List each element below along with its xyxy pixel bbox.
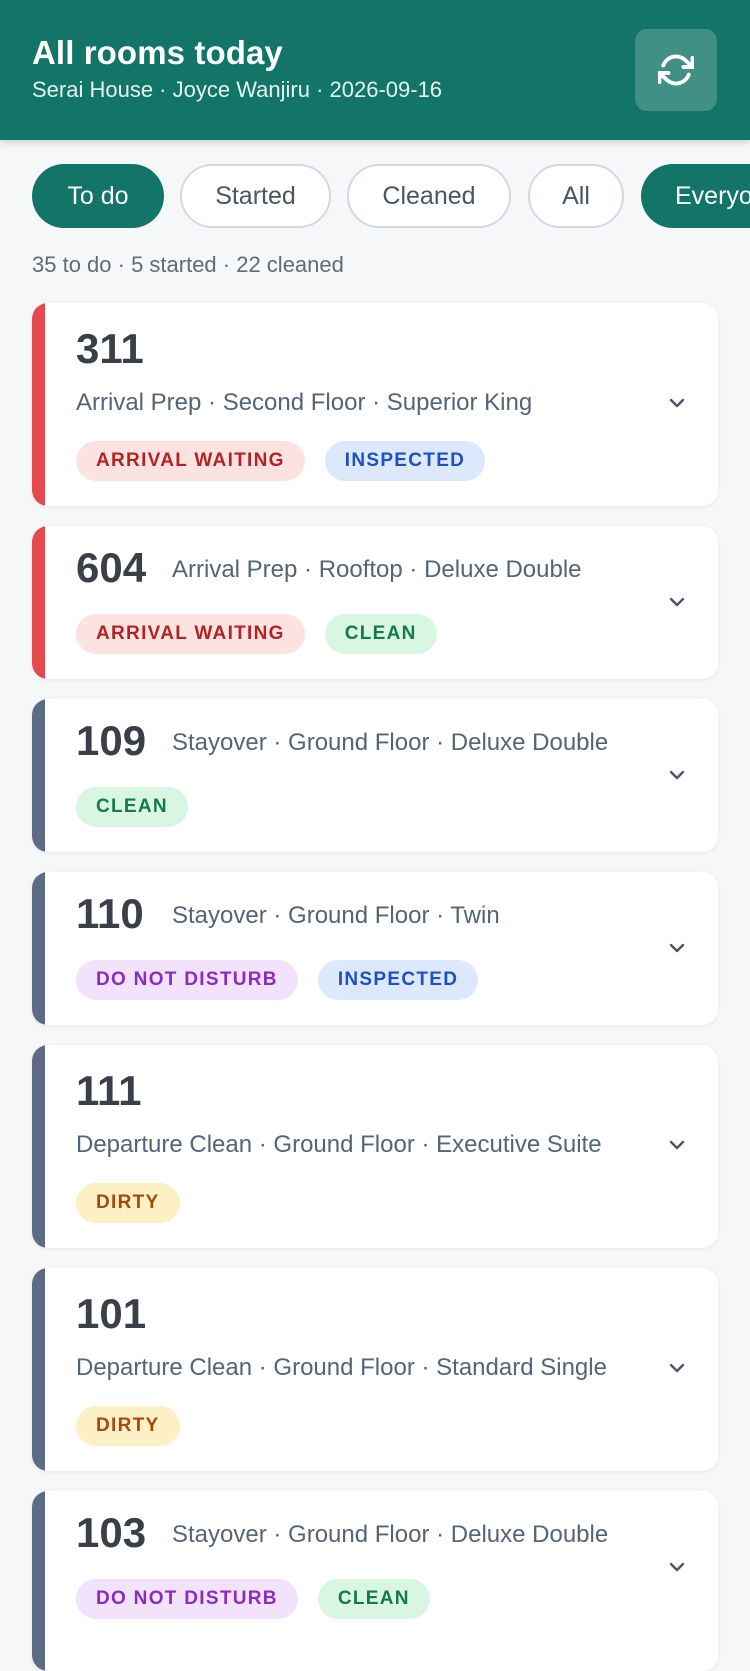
status-badge: DIRTY: [76, 1406, 180, 1446]
room-badges: ARRIVAL WAITING INSPECTED: [76, 441, 486, 481]
room-card[interactable]: 101 Departure Clean · Ground Floor · Stan…: [32, 1268, 718, 1471]
room-details: Stayover · Ground Floor · Deluxe Double: [172, 1521, 609, 1548]
room-badges: CLEAN: [76, 787, 188, 827]
room-status-stripe: [32, 1268, 45, 1471]
room-number: 110: [76, 890, 144, 937]
expand-chevron-icon[interactable]: [665, 1555, 689, 1579]
room-status-stripe: [32, 303, 45, 506]
room-number: 101: [76, 1290, 147, 1337]
room-card[interactable]: 103 Stayover · Ground Floor · Deluxe Doub…: [32, 1491, 718, 1671]
room-details: Stayover · Ground Floor · Deluxe Double: [172, 729, 609, 756]
filter-cleaned[interactable]: Cleaned: [347, 164, 511, 228]
room-status-stripe: [32, 526, 45, 679]
room-status-stripe: [32, 872, 45, 1025]
room-badges: DO NOT DISTURB CLEAN: [76, 1579, 430, 1619]
filter-everyone[interactable]: Everyone: [641, 164, 750, 228]
room-status-stripe: [32, 699, 45, 852]
status-badge: INSPECTED: [317, 960, 479, 1000]
room-details: Stayover · Ground Floor · Twin: [172, 902, 500, 929]
room-status-stripe: [32, 1491, 45, 1671]
status-badge: DO NOT DISTURB: [76, 1579, 298, 1619]
status-badge: DIRTY: [76, 1183, 180, 1223]
room-badges: DIRTY: [76, 1183, 180, 1223]
status-badge: DO NOT DISTURB: [76, 960, 298, 1000]
room-number: 311: [76, 325, 144, 372]
status-badge: ARRIVAL WAITING: [76, 614, 305, 654]
room-details: Arrival Prep · Rooftop · Deluxe Double: [172, 556, 582, 583]
page-subtitle: Serai House · Joyce Wanjiru · 2026-09-16: [32, 77, 443, 102]
page-title: All rooms today: [32, 34, 283, 71]
filter-all[interactable]: All: [528, 164, 624, 228]
room-badges: DO NOT DISTURB INSPECTED: [76, 960, 479, 1000]
status-badge: CLEAN: [76, 787, 188, 827]
status-badge: ARRIVAL WAITING: [76, 441, 305, 481]
expand-chevron-icon[interactable]: [665, 391, 689, 415]
filter-bar: To do Started Cleaned All Everyone: [0, 164, 750, 232]
room-card[interactable]: 109 Stayover · Ground Floor · Deluxe Doub…: [32, 699, 718, 852]
room-card[interactable]: 604 Arrival Prep · Rooftop · Deluxe Doubl…: [32, 526, 718, 679]
room-number: 109: [76, 717, 147, 764]
room-card[interactable]: 311 Arrival Prep · Second Floor · Superio…: [32, 303, 718, 506]
refresh-button[interactable]: [635, 29, 717, 111]
room-number: 111: [76, 1067, 142, 1114]
room-number: 103: [76, 1509, 147, 1556]
status-badge: INSPECTED: [324, 441, 486, 481]
room-card[interactable]: 111 Departure Clean · Ground Floor · Exec…: [32, 1045, 718, 1248]
status-summary: 35 to do · 5 started · 22 cleaned: [32, 252, 344, 277]
filter-started[interactable]: Started: [180, 164, 331, 228]
expand-chevron-icon[interactable]: [665, 936, 689, 960]
expand-chevron-icon[interactable]: [665, 590, 689, 614]
refresh-icon: [658, 54, 694, 86]
room-status-stripe: [32, 1045, 45, 1248]
expand-chevron-icon[interactable]: [665, 763, 689, 787]
status-badge: CLEAN: [317, 1579, 430, 1619]
filter-to-do[interactable]: To do: [32, 164, 164, 228]
room-details: Departure Clean · Ground Floor · Executi…: [76, 1131, 602, 1158]
room-badges: ARRIVAL WAITING CLEAN: [76, 614, 437, 654]
room-details: Departure Clean · Ground Floor · Standar…: [76, 1354, 607, 1381]
app-header: All rooms today Serai House · Joyce Wanj…: [0, 0, 750, 140]
room-details: Arrival Prep · Second Floor · Superior K…: [76, 389, 533, 416]
room-card[interactable]: 110 Stayover · Ground Floor · Twin DO NOT …: [32, 872, 718, 1025]
expand-chevron-icon[interactable]: [665, 1356, 689, 1380]
room-number: 604: [76, 544, 147, 591]
status-badge: CLEAN: [324, 614, 437, 654]
expand-chevron-icon[interactable]: [665, 1133, 689, 1157]
room-badges: DIRTY: [76, 1406, 180, 1446]
